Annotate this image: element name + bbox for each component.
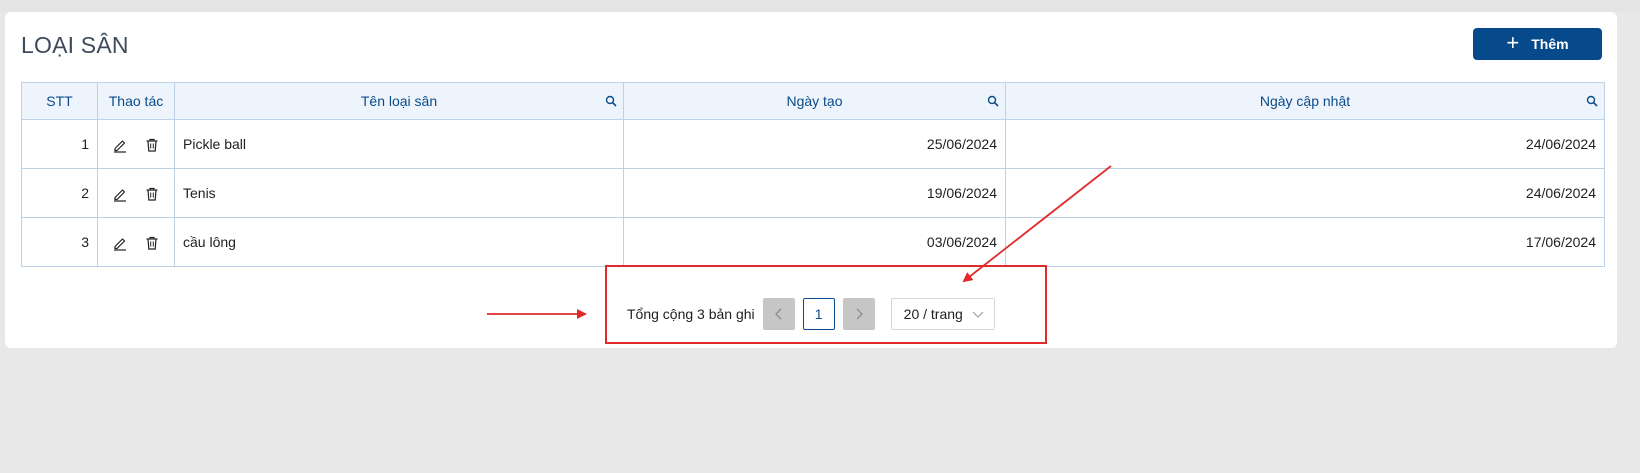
search-icon[interactable]	[987, 95, 999, 107]
cell-actions	[97, 217, 175, 267]
column-header-updated: Ngày cập nhật	[1005, 82, 1605, 120]
data-table: STT Thao tác Tên loại sân Ngày tạo Ngày …	[21, 82, 1605, 267]
trash-icon[interactable]	[144, 235, 160, 251]
edit-icon[interactable]	[112, 235, 128, 251]
add-button-label: Thêm	[1531, 36, 1569, 52]
cell-stt: 2	[21, 168, 98, 218]
cell-updated: 17/06/2024	[1005, 217, 1605, 267]
cell-created: 03/06/2024	[623, 217, 1006, 267]
table-row: 1 Pickle ball 25/06/2024 24/06/2024	[21, 119, 1605, 169]
table-row: 3 cầu lông 03/06/2024 17/06/2024	[21, 217, 1605, 267]
add-button[interactable]: + Thêm	[1473, 28, 1602, 60]
column-header-actions: Thao tác	[97, 82, 175, 120]
cell-updated: 24/06/2024	[1005, 119, 1605, 169]
page-title: LOẠI SÂN	[21, 32, 129, 58]
table-row: 2 Tenis 19/06/2024 24/06/2024	[21, 168, 1605, 218]
cell-actions	[97, 168, 175, 218]
edit-icon[interactable]	[112, 186, 128, 202]
column-header-name: Tên loại sân	[174, 82, 624, 120]
cell-updated: 24/06/2024	[1005, 168, 1605, 218]
cell-created: 19/06/2024	[623, 168, 1006, 218]
edit-icon[interactable]	[112, 137, 128, 153]
cell-created: 25/06/2024	[623, 119, 1006, 169]
annotation-highlight-box	[605, 265, 1047, 344]
cell-stt: 1	[21, 119, 98, 169]
search-icon[interactable]	[1586, 95, 1598, 107]
cell-stt: 3	[21, 217, 98, 267]
column-header-stt: STT	[21, 82, 98, 120]
search-icon[interactable]	[605, 95, 617, 107]
trash-icon[interactable]	[144, 137, 160, 153]
cell-actions	[97, 119, 175, 169]
cell-name: cầu lông	[174, 217, 624, 267]
plus-icon: +	[1506, 29, 1520, 55]
table-header-row: STT Thao tác Tên loại sân Ngày tạo Ngày …	[21, 82, 1605, 120]
cell-name: Pickle ball	[174, 119, 624, 169]
column-header-created: Ngày tạo	[623, 82, 1006, 120]
top-strip	[0, 0, 1640, 12]
cell-name: Tenis	[174, 168, 624, 218]
trash-icon[interactable]	[144, 186, 160, 202]
